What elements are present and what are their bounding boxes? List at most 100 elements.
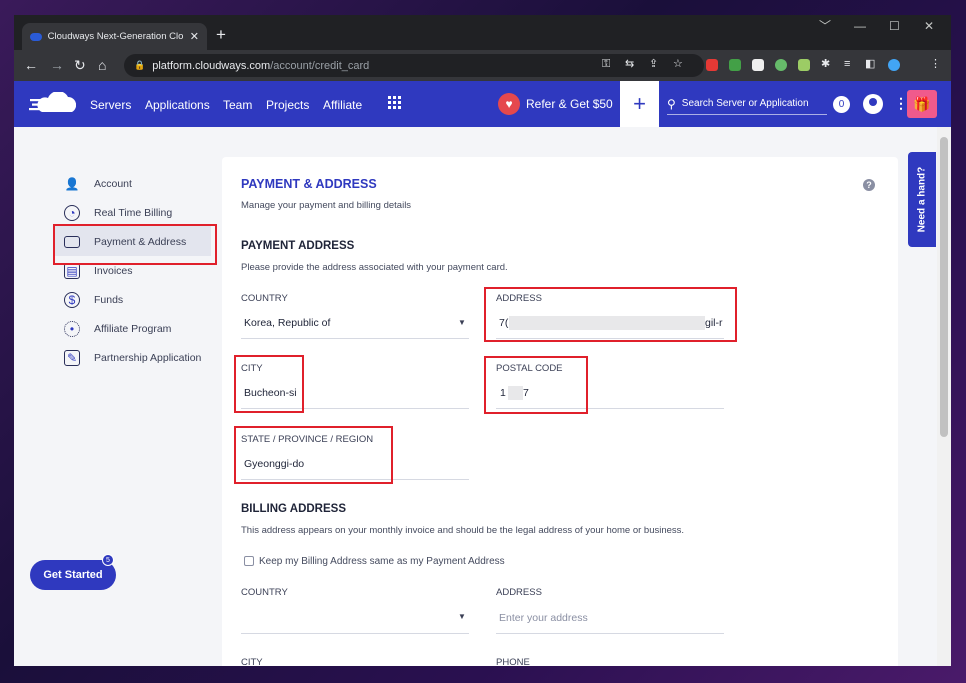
tab-bar: Cloudways Next-Generation Clo ✕ + ﹀ — ☐ …: [14, 15, 951, 50]
billing-address-heading: BILLING ADDRESS: [241, 503, 346, 515]
nav-team[interactable]: Team: [223, 98, 252, 112]
nav-applications[interactable]: Applications: [145, 98, 210, 112]
heart-icon: ♥: [498, 93, 520, 115]
payment-address-heading: PAYMENT ADDRESS: [241, 240, 355, 252]
home-icon[interactable]: ⌂: [98, 56, 106, 74]
extension-leaf-icon[interactable]: [775, 59, 787, 71]
page-scrollbar[interactable]: [937, 127, 951, 666]
forward-icon[interactable]: →: [50, 56, 64, 74]
highlight-payment-address: [53, 224, 217, 265]
browser-window: Cloudways Next-Generation Clo ✕ + ﹀ — ☐ …: [14, 15, 951, 666]
lock-icon: 🔒: [134, 60, 146, 70]
notification-badge[interactable]: 0: [833, 96, 850, 113]
highlight-state: [234, 426, 393, 484]
billing-address-description: This address appears on your monthly inv…: [241, 525, 685, 536]
browser-menu-icon[interactable]: ⋮: [930, 57, 941, 72]
invoice-icon: ▤: [64, 263, 80, 279]
add-button[interactable]: +: [620, 81, 659, 127]
dollar-icon: $: [64, 292, 80, 308]
country-label: COUNTRY: [241, 293, 288, 304]
search-icon: ⚲: [667, 96, 676, 111]
maximize-button[interactable]: ☐: [889, 17, 900, 35]
page-title: PAYMENT & ADDRESS: [241, 177, 377, 191]
billing-address-label: ADDRESS: [496, 587, 542, 598]
sidebar-item-account[interactable]: 👤 Account: [64, 174, 132, 194]
apps-grid-icon[interactable]: [388, 96, 401, 109]
cloudways-favicon-icon: [30, 32, 42, 41]
bookmark-star-icon[interactable]: ☆: [673, 57, 683, 72]
reading-list-icon[interactable]: ≡: [844, 57, 850, 72]
extensions-puzzle-icon[interactable]: ✱: [821, 57, 830, 72]
url-field[interactable]: 🔒 platform.cloudways.com/account/credit_…: [124, 54, 704, 77]
sidebar-item-real-time-billing[interactable]: ◔ Real Time Billing: [64, 203, 172, 223]
key-icon[interactable]: ⚿: [602, 57, 610, 72]
refer-button[interactable]: ♥ Refer & Get $50: [498, 93, 613, 115]
partnership-icon: ✎: [64, 350, 80, 366]
page-subtitle: Manage your payment and billing details: [241, 200, 412, 211]
new-tab-button[interactable]: +: [216, 25, 226, 45]
nav-servers[interactable]: Servers: [90, 98, 131, 112]
extension-shield-icon[interactable]: [798, 59, 810, 71]
translate-icon[interactable]: ⇆: [625, 57, 634, 72]
same-address-checkbox[interactable]: [244, 556, 254, 566]
extension-green-icon[interactable]: [729, 59, 741, 71]
affiliate-icon: •: [64, 321, 80, 337]
billing-country-label: COUNTRY: [241, 587, 288, 598]
reload-icon[interactable]: ↻: [74, 56, 86, 74]
sidebar-item-partnership-application[interactable]: ✎ Partnership Application: [64, 348, 201, 368]
chevron-down-icon[interactable]: ▼: [458, 318, 466, 327]
sidebar-item-funds[interactable]: $ Funds: [64, 290, 123, 310]
gift-icon[interactable]: 🎁: [907, 90, 937, 118]
sidebar-item-affiliate-program[interactable]: • Affiliate Program: [64, 319, 171, 339]
avatar[interactable]: [863, 94, 883, 114]
tab-close-icon[interactable]: ✕: [190, 30, 199, 43]
country-select[interactable]: Korea, Republic of: [244, 317, 330, 329]
need-a-hand-label: Need a hand?: [916, 166, 928, 233]
country-underline: [241, 338, 469, 339]
payment-address-card: PAYMENT & ADDRESS ? Manage your payment …: [222, 157, 898, 666]
nav-projects[interactable]: Projects: [266, 98, 309, 112]
billing-city-label: CITY: [241, 657, 263, 666]
sidebar-item-label: Partnership Application: [94, 352, 202, 364]
search-placeholder: Search Server or Application: [681, 98, 809, 109]
close-window-button[interactable]: ✕: [924, 17, 934, 35]
url-text: platform.cloudways.com/account/credit_ca…: [152, 59, 370, 72]
sidebar-item-label: Account: [94, 178, 132, 190]
sidebar-item-label: Affiliate Program: [94, 323, 172, 335]
highlight-address: [484, 287, 737, 342]
need-a-hand-button[interactable]: Need a hand?: [908, 152, 936, 247]
tab-title: Cloudways Next-Generation Clo: [47, 31, 184, 42]
billing-country-select[interactable]: [241, 633, 469, 634]
clock-icon: ◔: [64, 205, 80, 221]
nav-affiliate[interactable]: Affiliate: [323, 98, 362, 112]
more-options-icon[interactable]: ⋮: [894, 95, 908, 112]
share-icon[interactable]: ⇪: [649, 57, 658, 72]
user-icon: 👤: [64, 177, 80, 191]
billing-phone-label: PHONE: [496, 657, 530, 666]
billing-address-input[interactable]: Enter your address: [499, 612, 588, 624]
page-content: 👤 Account ◔ Real Time Billing Payment & …: [14, 127, 937, 666]
profile-icon[interactable]: [888, 59, 900, 71]
minimize-button[interactable]: —: [854, 17, 866, 35]
highlight-postal-code: [484, 356, 588, 414]
browser-tab[interactable]: Cloudways Next-Generation Clo ✕: [22, 23, 207, 50]
help-icon[interactable]: ?: [863, 179, 875, 191]
sidebar-item-label: Real Time Billing: [94, 207, 173, 219]
refer-label: Refer & Get $50: [526, 97, 613, 111]
billing-country-chevron-icon[interactable]: ▼: [458, 612, 466, 621]
payment-address-description: Please provide the address associated wi…: [241, 262, 508, 273]
search-input[interactable]: ⚲ Search Server or Application: [667, 93, 827, 115]
billing-address-underline: [496, 633, 724, 634]
scrollbar-thumb[interactable]: [940, 137, 948, 437]
same-address-label[interactable]: Keep my Billing Address same as my Payme…: [259, 556, 505, 567]
sidebar-item-label: Invoices: [94, 265, 133, 277]
back-icon[interactable]: ←: [24, 56, 38, 74]
app-header: Servers Applications Team Projects Affil…: [14, 81, 951, 127]
tab-search-icon[interactable]: ﹀: [819, 17, 831, 35]
get-started-badge: 5: [102, 554, 114, 566]
extension-white-icon[interactable]: [752, 59, 764, 71]
side-panel-icon[interactable]: ◧: [865, 57, 875, 72]
extension-red-icon[interactable]: [706, 59, 718, 71]
cloudways-logo-icon[interactable]: [28, 92, 76, 116]
address-bar: ← → ↻ ⌂ 🔒 platform.cloudways.com/account…: [14, 50, 951, 81]
